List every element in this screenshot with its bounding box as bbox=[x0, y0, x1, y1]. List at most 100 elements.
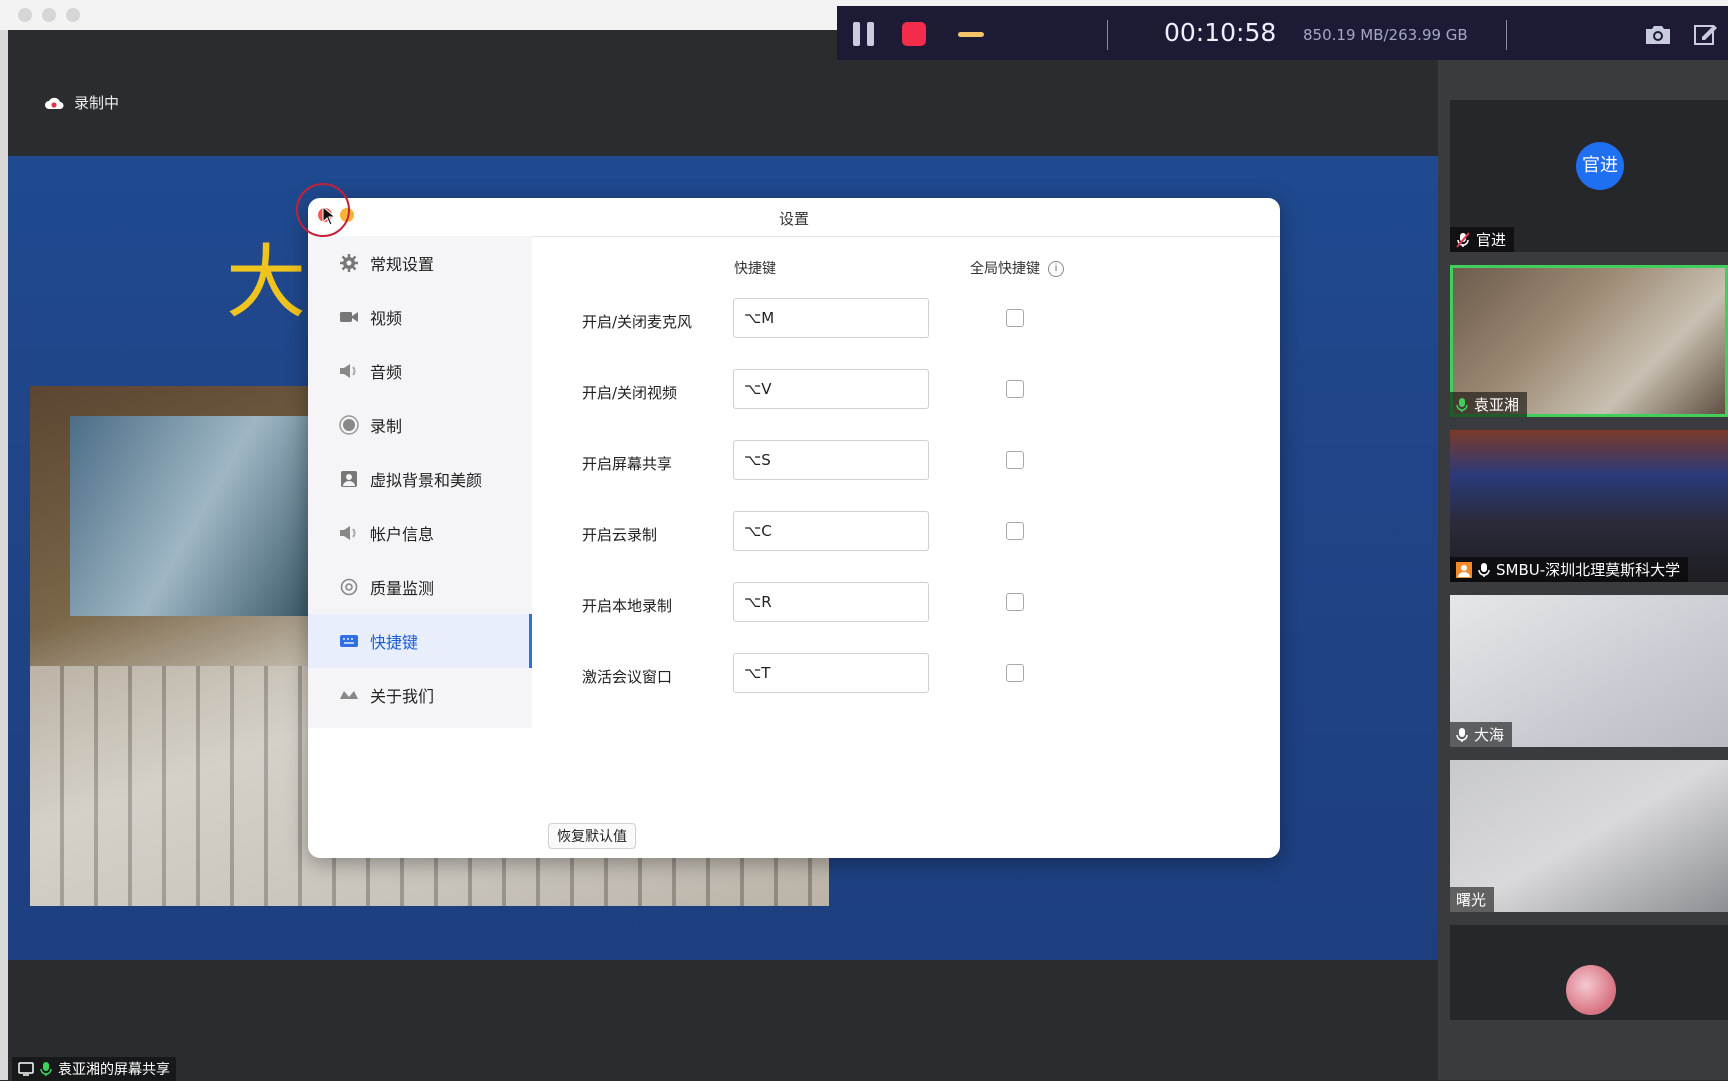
screen-recorder-bar: 00:10:58 850.19 MB/263.99 GB bbox=[837, 6, 1728, 60]
keyboard-icon bbox=[338, 630, 360, 652]
photo-display-wall bbox=[70, 416, 330, 616]
zoom-window-button[interactable] bbox=[66, 8, 80, 22]
avatar: 官进 bbox=[1576, 142, 1624, 190]
nav-recording[interactable]: 录制 bbox=[308, 398, 532, 452]
mic-muted-icon bbox=[1456, 231, 1470, 248]
participant-panel: 官进 官进 袁亚湘 SMBU-深圳北理莫斯科大学 大海 曙光 bbox=[1438, 60, 1728, 1080]
screen-share-icon bbox=[18, 1062, 34, 1076]
divider bbox=[1506, 20, 1507, 50]
participant-tile[interactable]: 曙光 bbox=[1450, 760, 1728, 912]
participant-name-text: 曙光 bbox=[1456, 891, 1487, 909]
stop-recording-button[interactable] bbox=[902, 22, 926, 46]
nav-label: 质量监测 bbox=[370, 579, 435, 598]
cloud-record-icon bbox=[45, 97, 64, 109]
shortcut-label: 开启屏幕共享 bbox=[582, 455, 673, 473]
participant-name: 大海 bbox=[1450, 722, 1513, 747]
participant-name-text: 大海 bbox=[1474, 726, 1505, 744]
divider bbox=[1107, 20, 1108, 50]
minimize-window-button[interactable] bbox=[42, 8, 56, 22]
mic-icon bbox=[40, 1062, 52, 1076]
settings-dialog: 设置 常规设置 视频 音频 录制 虚拟背景和美颜 帐户信息 质量监测 快捷键 关… bbox=[308, 198, 1280, 858]
participant-tile[interactable] bbox=[1450, 925, 1728, 1020]
participant-name-text: SMBU-深圳北理莫斯科大学 bbox=[1496, 561, 1681, 579]
info-icon[interactable]: i bbox=[1048, 261, 1064, 277]
global-checkbox[interactable] bbox=[1006, 522, 1024, 540]
shortcut-input[interactable]: ⌥C bbox=[733, 511, 929, 551]
global-checkbox[interactable] bbox=[1006, 451, 1024, 469]
close-window-button[interactable] bbox=[18, 8, 32, 22]
storage-usage: 850.19 MB/263.99 GB bbox=[1303, 26, 1468, 44]
shortcut-input[interactable]: ⌥S bbox=[733, 440, 929, 480]
meeting-footer bbox=[8, 960, 1438, 1080]
column-shortcut: 快捷键 bbox=[734, 261, 776, 277]
participant-name: SMBU-深圳北理莫斯科大学 bbox=[1450, 557, 1689, 582]
logo-icon bbox=[338, 684, 360, 706]
participant-name-text: 官进 bbox=[1476, 231, 1507, 249]
reset-defaults-button[interactable]: 恢复默认值 bbox=[548, 823, 636, 849]
mouse-pointer-icon bbox=[322, 206, 336, 226]
mic-icon bbox=[1456, 727, 1468, 742]
shortcut-label: 开启/关闭视频 bbox=[582, 384, 678, 402]
camera-icon[interactable] bbox=[1643, 24, 1673, 46]
participant-tile[interactable]: 官进 官进 bbox=[1450, 100, 1728, 252]
mic-icon bbox=[1456, 397, 1468, 412]
nav-label: 常规设置 bbox=[370, 255, 435, 274]
minimize-recorder-button[interactable] bbox=[958, 32, 984, 37]
nav-label: 录制 bbox=[370, 417, 403, 436]
avatar bbox=[1566, 965, 1616, 1015]
screen-share-label: 袁亚湘的屏幕共享 bbox=[12, 1057, 176, 1081]
participant-tile[interactable]: SMBU-深圳北理莫斯科大学 bbox=[1450, 430, 1728, 582]
shortcut-input[interactable]: ⌥V bbox=[733, 369, 929, 409]
participant-tile[interactable]: 袁亚湘 bbox=[1450, 265, 1728, 417]
nav-virtual-background[interactable]: 虚拟背景和美颜 bbox=[308, 452, 532, 506]
nav-label: 虚拟背景和美颜 bbox=[370, 471, 483, 490]
annotate-icon[interactable] bbox=[1693, 21, 1719, 47]
nav-label: 视频 bbox=[370, 309, 403, 328]
nav-audio[interactable]: 音频 bbox=[308, 344, 532, 398]
slide-title: 大 bbox=[226, 236, 306, 329]
settings-sidebar: 常规设置 视频 音频 录制 虚拟背景和美颜 帐户信息 质量监测 快捷键 关于我们 bbox=[308, 236, 532, 728]
video-camera-icon bbox=[338, 306, 360, 328]
participant-name: 袁亚湘 bbox=[1450, 392, 1528, 417]
participant-name: 官进 bbox=[1450, 227, 1515, 252]
shortcut-label: 开启本地录制 bbox=[582, 597, 673, 615]
participant-tile[interactable]: 大海 bbox=[1450, 595, 1728, 747]
speaker-icon bbox=[338, 360, 360, 382]
global-checkbox[interactable] bbox=[1006, 664, 1024, 682]
shortcut-label: 激活会议窗口 bbox=[582, 668, 673, 686]
shortcut-input[interactable]: ⌥M bbox=[733, 298, 929, 338]
global-checkbox[interactable] bbox=[1006, 593, 1024, 611]
record-icon bbox=[338, 414, 360, 436]
gear-icon bbox=[338, 252, 360, 274]
column-global-label: 全局快捷键 bbox=[970, 261, 1040, 277]
shortcut-label: 开启云录制 bbox=[582, 526, 658, 544]
nav-video[interactable]: 视频 bbox=[308, 290, 532, 344]
pause-button[interactable] bbox=[853, 22, 875, 46]
global-checkbox[interactable] bbox=[1006, 380, 1024, 398]
participant-name: 曙光 bbox=[1450, 887, 1495, 912]
nav-account[interactable]: 帐户信息 bbox=[308, 506, 532, 560]
nav-label: 帐户信息 bbox=[370, 525, 435, 544]
mic-icon bbox=[1478, 562, 1490, 577]
recording-timer: 00:10:58 bbox=[1164, 18, 1277, 47]
settings-title: 设置 bbox=[778, 210, 809, 228]
column-global: 全局快捷键 i bbox=[970, 258, 1064, 278]
nav-label: 音频 bbox=[370, 363, 403, 382]
host-icon bbox=[1456, 561, 1472, 578]
shortcut-input[interactable]: ⌥T bbox=[733, 653, 929, 693]
shortcut-input[interactable]: ⌥R bbox=[733, 582, 929, 622]
share-label-text: 袁亚湘的屏幕共享 bbox=[58, 1062, 170, 1078]
shortcut-label: 开启/关闭麦克风 bbox=[582, 313, 693, 331]
nav-general[interactable]: 常规设置 bbox=[308, 236, 532, 290]
nav-shortcuts[interactable]: 快捷键 bbox=[308, 614, 532, 668]
nav-label: 关于我们 bbox=[370, 687, 435, 706]
nav-label: 快捷键 bbox=[370, 633, 419, 652]
nav-about[interactable]: 关于我们 bbox=[308, 668, 532, 722]
speaker-icon bbox=[338, 522, 360, 544]
global-checkbox[interactable] bbox=[1006, 309, 1024, 327]
nav-quality[interactable]: 质量监测 bbox=[308, 560, 532, 614]
recording-status-text: 录制中 bbox=[74, 94, 120, 112]
settings-titlebar: 设置 bbox=[308, 198, 1280, 237]
window-edge bbox=[0, 30, 8, 1080]
recording-status: 录制中 bbox=[44, 92, 119, 113]
